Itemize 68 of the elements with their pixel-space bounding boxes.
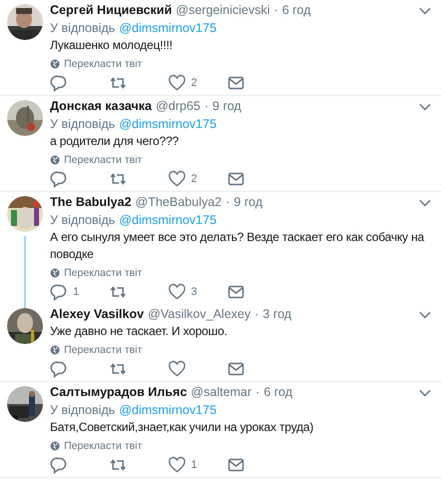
mention-link[interactable]: @dimsmirnov175 bbox=[119, 21, 217, 35]
globe-icon bbox=[50, 59, 60, 69]
like-count: 2 bbox=[191, 77, 198, 89]
reply-icon[interactable] bbox=[50, 74, 68, 92]
heart-icon[interactable] bbox=[168, 74, 186, 92]
translate-link[interactable]: Перекласти твіт bbox=[64, 343, 142, 357]
mention-link[interactable]: @dimsmirnov175 bbox=[119, 213, 217, 227]
author-handle[interactable]: @saltemar bbox=[190, 384, 252, 401]
chevron-icon[interactable] bbox=[419, 102, 431, 110]
mention-link[interactable]: @dimsmirnov175 bbox=[119, 117, 217, 131]
chevron-icon[interactable] bbox=[419, 388, 431, 396]
envelope-icon[interactable] bbox=[227, 360, 245, 378]
reply-label: У відповідь bbox=[50, 21, 116, 35]
timestamp[interactable]: 9 год bbox=[212, 98, 242, 115]
author-handle[interactable]: @Vasilkov_Alexey bbox=[148, 306, 251, 323]
author-name[interactable]: Салтымурадов Ильяс bbox=[50, 384, 187, 401]
translate-link[interactable]: Перекласти твіт bbox=[64, 57, 142, 71]
translate-link[interactable]: Перекласти твіт bbox=[64, 266, 142, 280]
globe-icon bbox=[50, 345, 60, 355]
separator-dot: · bbox=[256, 384, 260, 401]
timestamp[interactable]: 6 год bbox=[282, 2, 311, 19]
envelope-icon[interactable] bbox=[227, 74, 245, 92]
envelope-icon[interactable] bbox=[227, 283, 245, 301]
heart-icon[interactable] bbox=[168, 170, 186, 188]
timestamp[interactable]: 9 год bbox=[234, 194, 262, 211]
tweet-text: а родители для чего??? bbox=[50, 133, 180, 150]
reply-count: 1 bbox=[73, 286, 80, 298]
author-name[interactable]: The Babulya2 bbox=[50, 194, 132, 211]
globe-icon bbox=[50, 441, 60, 451]
tweet-text: Уже давно не таскает. И хорошо. bbox=[50, 323, 228, 340]
author-name[interactable]: Донская казачка bbox=[50, 98, 152, 115]
heart-icon[interactable] bbox=[168, 283, 186, 301]
reply-icon[interactable] bbox=[50, 456, 68, 474]
like-count: 1 bbox=[191, 459, 198, 471]
heart-icon[interactable] bbox=[168, 456, 186, 474]
chevron-icon[interactable] bbox=[419, 6, 431, 14]
reply-icon[interactable] bbox=[50, 283, 68, 301]
separator-dot: · bbox=[274, 2, 278, 19]
reply-label: У відповідь bbox=[50, 403, 116, 417]
translate-link[interactable]: Перекласти твіт bbox=[64, 439, 142, 453]
timestamp[interactable]: 3 год bbox=[262, 306, 292, 323]
chevron-icon[interactable] bbox=[419, 310, 431, 318]
reply-icon[interactable] bbox=[50, 170, 68, 188]
translate-link[interactable]: Перекласти твіт bbox=[64, 153, 142, 167]
tweet-text: А его сынуля умеет все это делать? Везде таскает его как собачку на поводке bbox=[50, 229, 426, 263]
author-name[interactable]: Сергей Нициевский bbox=[50, 2, 172, 19]
author-handle[interactable]: @TheBabulya2 bbox=[135, 194, 222, 211]
globe-icon bbox=[50, 155, 60, 165]
tweet-text: Батя,Советский,знает,как учили на уроках труда) bbox=[50, 419, 314, 436]
separator-dot: · bbox=[226, 194, 230, 211]
tweet-text: Лукашенко молодец!!!! bbox=[50, 37, 174, 54]
separator-dot: · bbox=[204, 98, 209, 115]
like-count: 3 bbox=[191, 286, 198, 298]
chevron-icon[interactable] bbox=[419, 198, 431, 206]
globe-icon bbox=[50, 268, 60, 278]
author-handle[interactable]: @sergeinicievski bbox=[176, 2, 270, 19]
author-name[interactable]: Alexey Vasilkov bbox=[50, 306, 144, 323]
reply-label: У відповідь bbox=[50, 117, 116, 131]
timestamp[interactable]: 6 год bbox=[264, 384, 292, 401]
mention-link[interactable]: @dimsmirnov175 bbox=[119, 403, 217, 417]
like-count: 2 bbox=[191, 173, 198, 185]
envelope-icon[interactable] bbox=[227, 456, 245, 474]
heart-icon[interactable] bbox=[168, 360, 186, 378]
reply-icon[interactable] bbox=[50, 360, 68, 378]
author-handle[interactable]: @drp65 bbox=[156, 98, 200, 115]
reply-label: У відповідь bbox=[50, 213, 116, 227]
separator-dot: · bbox=[254, 306, 259, 323]
envelope-icon[interactable] bbox=[227, 170, 245, 188]
